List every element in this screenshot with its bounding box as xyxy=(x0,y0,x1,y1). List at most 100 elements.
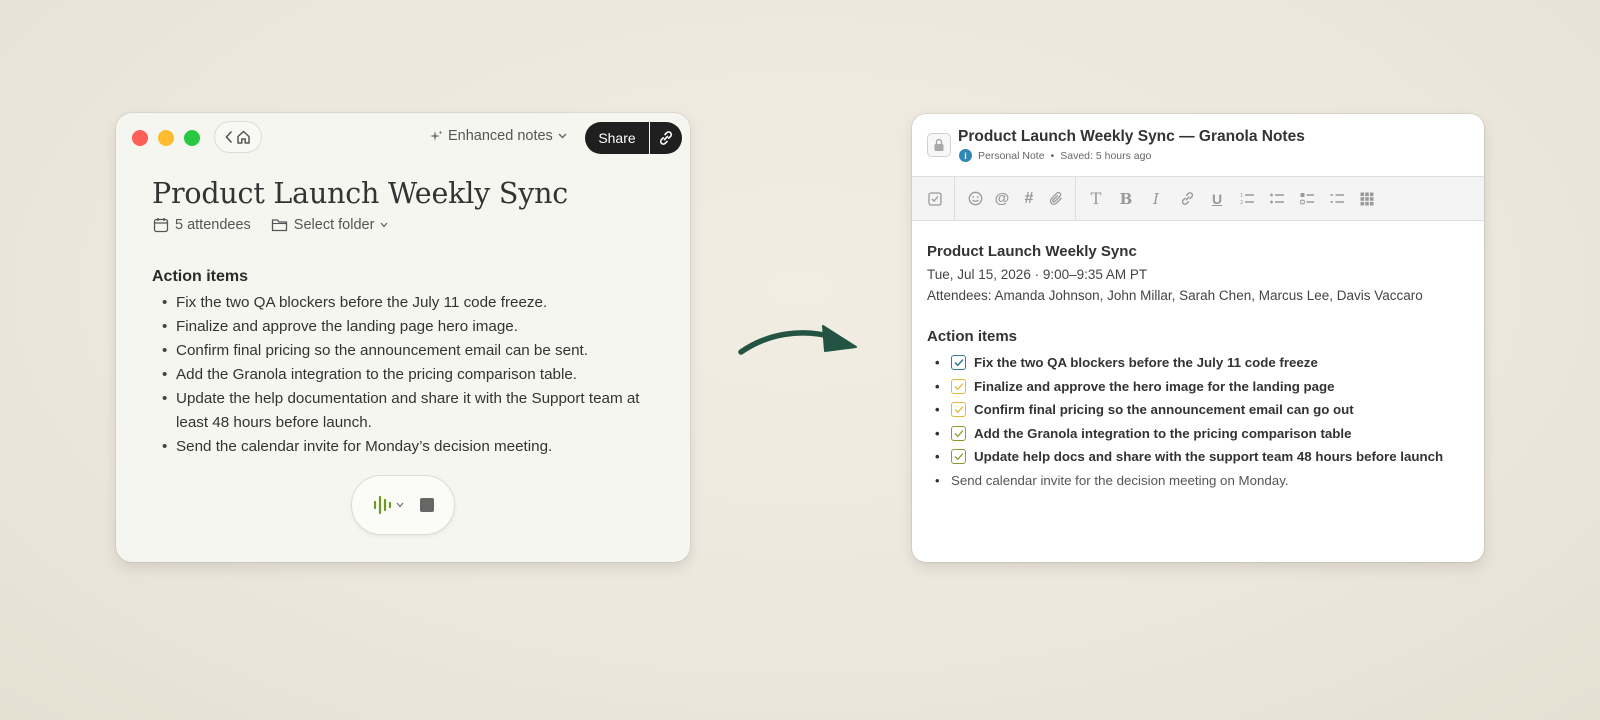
chevron-down-icon xyxy=(396,502,403,508)
toolbar-divider xyxy=(1075,177,1076,220)
folder-label: Select folder xyxy=(293,217,375,233)
lock-button[interactable] xyxy=(927,133,951,157)
italic-icon: I xyxy=(1153,189,1159,208)
note-header: Product Launch Weekly Sync — Granola Not… xyxy=(912,114,1484,176)
checklist-item: Finalize and approve the hero image for … xyxy=(927,375,1472,399)
action-items-list: Fix the two QA blockers before the July … xyxy=(162,291,642,459)
checklist-icon xyxy=(928,191,942,206)
enhanced-notes-dropdown[interactable]: Enhanced notes xyxy=(430,128,567,144)
maximize-window-button[interactable] xyxy=(184,130,200,146)
sparkle-icon xyxy=(430,130,443,141)
home-icon xyxy=(237,130,250,144)
dashed-list-icon xyxy=(1330,194,1344,203)
checklist-item: Update help docs and share with the supp… xyxy=(927,445,1472,469)
recording-control xyxy=(351,475,455,535)
checklist-item-text: Finalize and approve the hero image for … xyxy=(974,378,1335,394)
check-icon xyxy=(954,429,963,437)
hashtag-icon: # xyxy=(1024,189,1034,207)
bulleted-list-icon xyxy=(1269,193,1284,204)
checklist-item-text: Update help docs and share with the supp… xyxy=(974,449,1444,465)
minimize-window-button[interactable] xyxy=(158,130,174,146)
note-body[interactable]: Product Launch Weekly Sync Tue, Jul 15, … xyxy=(927,243,1472,492)
checklist-item-text: Add the Granola integration to the prici… xyxy=(974,425,1352,441)
table-icon xyxy=(1360,192,1374,205)
enhanced-notes-label: Enhanced notes xyxy=(448,128,553,144)
list-item: Update the help documentation and share … xyxy=(162,387,642,435)
table-button[interactable] xyxy=(1356,177,1378,220)
list-item-text: Send calendar invite for the decision me… xyxy=(951,472,1289,488)
share-button[interactable]: Share xyxy=(585,122,649,154)
numbered-list-icon: 12 xyxy=(1240,193,1254,205)
checklist-style-icon xyxy=(1299,193,1314,205)
list-item: Finalize and approve the landing page he… xyxy=(162,315,642,339)
italic-button[interactable]: I xyxy=(1145,177,1167,220)
numbered-list-button[interactable]: 12 xyxy=(1236,177,1258,220)
bulleted-list-button[interactable] xyxy=(1266,177,1288,220)
action-items-checklist: Fix the two QA blockers before the July … xyxy=(927,351,1472,492)
checkbox-checked[interactable] xyxy=(951,425,966,441)
text-style-icon: T xyxy=(1090,189,1102,208)
link-icon xyxy=(1181,192,1193,205)
checklist-item: Fix the two QA blockers before the July … xyxy=(927,351,1472,375)
bold-button[interactable]: B xyxy=(1115,177,1137,220)
note-title: Product Launch Weekly Sync xyxy=(152,177,569,210)
close-window-button[interactable] xyxy=(132,130,148,146)
stop-recording-button[interactable] xyxy=(419,498,434,512)
formatting-toolbar: @ # T B I U 12 xyxy=(912,176,1484,221)
chevron-down-icon xyxy=(558,133,567,139)
checkbox-checked[interactable] xyxy=(951,402,966,418)
emoji-icon xyxy=(968,191,982,206)
share-label: Share xyxy=(598,130,636,146)
checklist-item: Add the Granola integration to the prici… xyxy=(927,422,1472,446)
back-home-button[interactable] xyxy=(214,121,262,153)
check-icon xyxy=(953,359,964,367)
lock-icon xyxy=(934,138,944,151)
list-item: Fix the two QA blockers before the July … xyxy=(162,291,642,315)
chevron-left-icon xyxy=(225,131,232,143)
checkbox-checked[interactable] xyxy=(951,378,966,394)
check-icon xyxy=(954,406,963,414)
link-button[interactable] xyxy=(1176,177,1198,220)
checkbox-checked[interactable] xyxy=(951,355,966,371)
attachment-icon xyxy=(1049,191,1062,205)
copy-link-button[interactable] xyxy=(650,122,682,154)
check-icon xyxy=(954,382,963,390)
checklist-item-text: Fix the two QA blockers before the July … xyxy=(974,355,1318,371)
svg-text:2: 2 xyxy=(1240,200,1243,205)
checklist-style-button[interactable] xyxy=(1296,177,1318,220)
checklist-item: Confirm final pricing so the announcemen… xyxy=(927,398,1472,422)
svg-text:1: 1 xyxy=(1240,193,1243,199)
check-icon xyxy=(954,453,963,461)
underline-icon: U xyxy=(1211,190,1223,207)
audio-source-dropdown[interactable] xyxy=(373,494,404,516)
checkbox-checked[interactable] xyxy=(951,449,966,465)
attachment-button[interactable] xyxy=(1045,177,1067,220)
note-window-title: Product Launch Weekly Sync — Granola Not… xyxy=(958,128,1305,145)
separator-dot: • xyxy=(1050,149,1055,162)
checklist-button[interactable] xyxy=(924,177,946,220)
meeting-name: Product Launch Weekly Sync xyxy=(927,243,1137,260)
meeting-attendees: Attendees: Amanda Johnson, John Millar, … xyxy=(927,288,1423,303)
list-item: Confirm final pricing so the announcemen… xyxy=(162,339,642,363)
note-status: i Personal Note • Saved: 5 hours ago xyxy=(959,149,1151,162)
chevron-down-icon xyxy=(380,222,388,228)
emoji-button[interactable] xyxy=(964,177,986,220)
note-meta: 5 attendees Select folder xyxy=(153,217,388,233)
folder-icon xyxy=(271,219,287,232)
bold-icon: B xyxy=(1119,189,1133,208)
toolbar-divider xyxy=(954,177,955,220)
text-style-button[interactable]: T xyxy=(1085,177,1107,220)
mention-button[interactable]: @ xyxy=(991,177,1013,220)
hashtag-button[interactable]: # xyxy=(1018,177,1040,220)
info-icon: i xyxy=(959,149,972,162)
attendees-label: 5 attendees xyxy=(175,217,251,233)
window-controls xyxy=(132,130,200,146)
underline-button[interactable]: U xyxy=(1206,177,1228,220)
saved-status-label: Saved: 5 hours ago xyxy=(1060,149,1152,162)
attendees-button[interactable]: 5 attendees xyxy=(153,217,251,233)
action-items-heading: Action items xyxy=(152,268,249,285)
list-item: Add the Granola integration to the prici… xyxy=(162,363,642,387)
dashed-list-button[interactable] xyxy=(1326,177,1348,220)
select-folder-dropdown[interactable]: Select folder xyxy=(271,217,389,233)
list-item: Send calendar invite for the decision me… xyxy=(927,469,1472,493)
